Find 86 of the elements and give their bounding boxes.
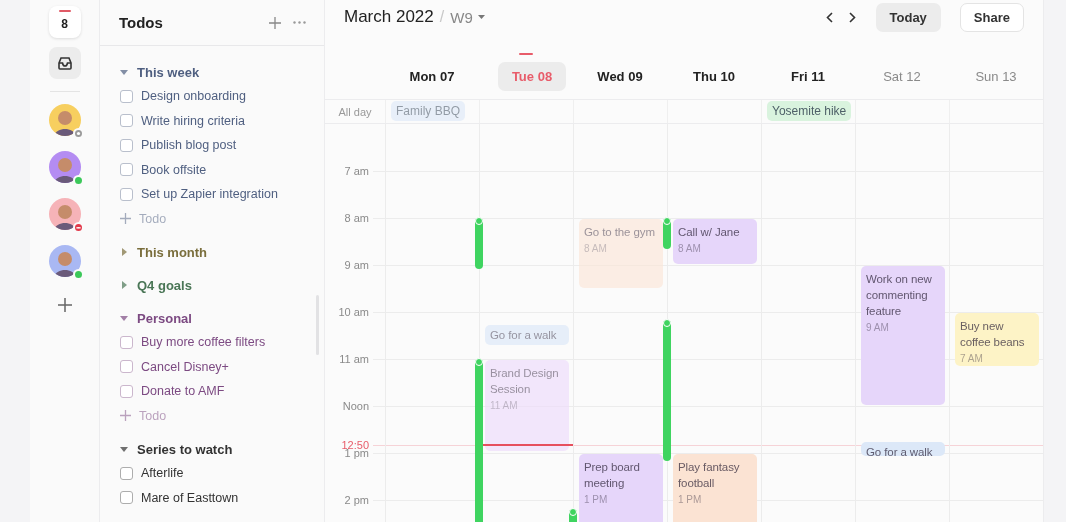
avatar[interactable] (48, 104, 81, 136)
event-title: Play fantasy football (678, 460, 741, 491)
calendar-event[interactable]: Prep board meeting 1 PM (579, 454, 663, 522)
section-header[interactable]: This month (120, 240, 208, 264)
time-label: 11 am (339, 352, 369, 366)
caret-down-icon (120, 68, 128, 76)
day-header: Wed 09 (597, 68, 643, 84)
plus-icon (120, 213, 131, 225)
todo-label: Buy more coffee filters (141, 335, 266, 350)
calendar-event[interactable]: Work on new commenting feature 9 AM (861, 266, 945, 405)
time-tracking-bar (475, 218, 483, 269)
day-header: Tue 08 (497, 61, 567, 91)
section-header[interactable]: This week (120, 60, 200, 84)
calendar-event[interactable]: Call w/ Jane 8 AM (673, 219, 757, 264)
todo-label: Write hiring criteria (141, 113, 245, 128)
time-tracking-bar (663, 218, 671, 250)
event-time: 1 PM (584, 494, 609, 505)
avatar[interactable] (48, 245, 81, 277)
caret-right-icon (120, 248, 128, 256)
day-header: Thu 10 (693, 68, 735, 84)
all-day-event[interactable]: Yosemite hike (767, 101, 852, 121)
share-button[interactable]: Share (959, 2, 1024, 32)
day-header: Sat 12 (883, 68, 921, 84)
event-time: 1 PM (678, 494, 703, 505)
separator: / (439, 8, 445, 26)
event-time: 7 AM (960, 353, 984, 364)
event-title: Go for a walk (490, 327, 558, 343)
checkbox[interactable] (120, 466, 133, 480)
event-time: 9 AM (866, 322, 890, 333)
event-title: Call w/ Jane (678, 225, 741, 240)
todo-label: Mare of Easttown (141, 490, 239, 505)
inbox-icon[interactable] (48, 47, 81, 79)
add-icon[interactable] (55, 296, 74, 314)
section-header[interactable]: Q4 goals (120, 273, 192, 297)
todo-label: Design onboarding (141, 89, 246, 104)
time-label: 8 am (344, 211, 369, 225)
caret-down-icon (477, 15, 485, 19)
checkbox[interactable] (120, 114, 133, 128)
time-label: 10 am (338, 305, 369, 319)
month-title: March 2022 (344, 7, 434, 27)
more-icon[interactable] (293, 21, 306, 24)
todo-label: Cancel Disney+ (141, 359, 229, 374)
checkbox[interactable] (120, 491, 133, 505)
time-label: 2 pm (344, 493, 369, 507)
calendar-event[interactable]: Go for a walk (861, 442, 945, 456)
todo-label: Set up Zapier integration (141, 187, 278, 202)
section-header[interactable]: Personal (120, 306, 192, 330)
section-header[interactable]: Series to watch (120, 437, 233, 461)
time-label: 9 am (344, 258, 369, 272)
event-title: Go for a walk (866, 445, 934, 456)
avatar[interactable] (48, 198, 81, 230)
checkbox[interactable] (120, 138, 133, 152)
todo-label: Book offsite (141, 162, 207, 177)
add-icon[interactable] (269, 16, 281, 29)
event-title: Work on new commenting feature (866, 272, 933, 319)
event-title: Buy new coffee beans (960, 319, 1026, 350)
todo-label: Afterlife (141, 466, 184, 481)
panel-title: Todos (119, 14, 164, 31)
day-header: Mon 07 (409, 68, 455, 84)
day-header: Sun 13 (975, 68, 1017, 84)
avatar[interactable] (48, 151, 81, 183)
todo-label: Publish blog post (141, 138, 237, 153)
checkbox[interactable] (120, 187, 133, 201)
calendar-icon[interactable]: 8 (48, 6, 81, 38)
calendar-event[interactable]: Play fantasy football 1 PM (673, 454, 757, 522)
checkbox[interactable] (120, 163, 133, 177)
plus-icon (120, 410, 131, 422)
calendar-event[interactable]: Buy new coffee beans 7 AM (955, 313, 1039, 366)
checkbox[interactable] (120, 384, 133, 398)
event-time: 8 AM (678, 243, 702, 254)
week-selector[interactable]: W9 (450, 8, 485, 26)
event-title: Go to the gym (584, 225, 656, 240)
caret-right-icon (120, 281, 128, 289)
event-title: Prep board meeting (584, 460, 641, 491)
time-label: 7 am (344, 164, 369, 178)
checkbox[interactable] (120, 335, 133, 349)
today-button[interactable]: Today (875, 2, 941, 32)
all-day-label: All day (337, 104, 373, 120)
checkbox[interactable] (120, 89, 133, 103)
caret-down-icon (120, 445, 128, 453)
time-label: Noon (342, 399, 369, 413)
day-header: Fri 11 (791, 68, 825, 84)
caret-down-icon (120, 314, 128, 322)
checkbox[interactable] (120, 360, 133, 374)
todo-label: Donate to AMF (141, 384, 225, 399)
event-title: Brand Design Session (490, 366, 560, 397)
